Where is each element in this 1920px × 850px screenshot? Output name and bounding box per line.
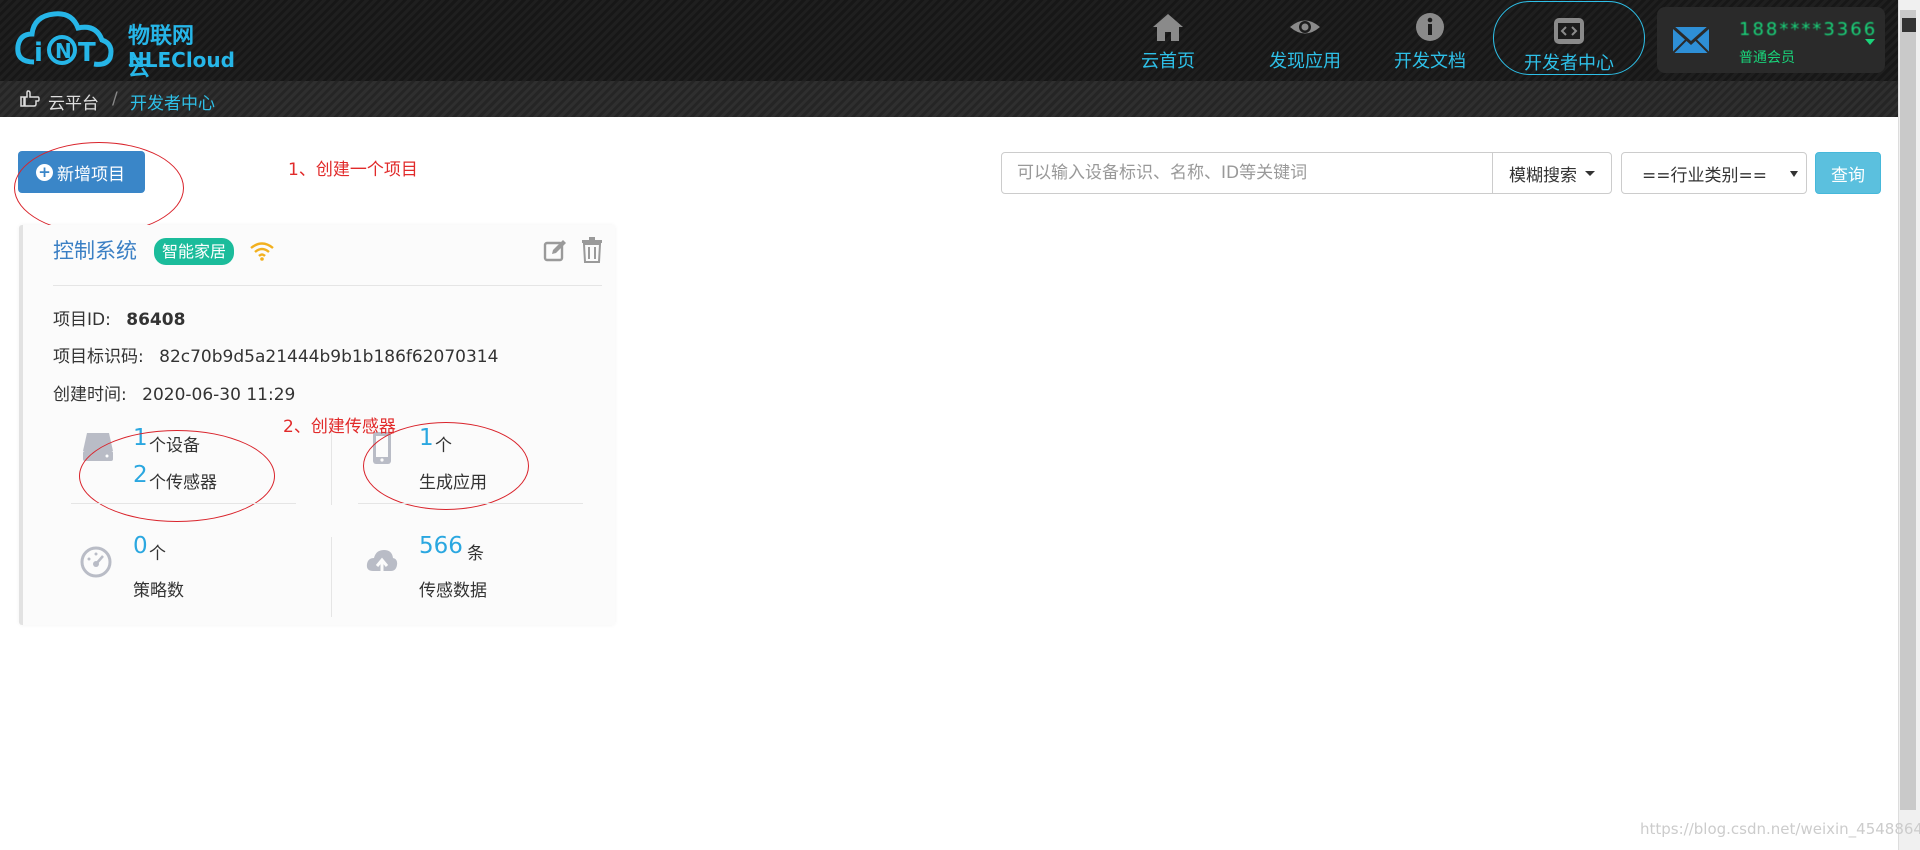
fuzzy-search-dropdown[interactable]: 模糊搜索	[1492, 152, 1612, 194]
nav-developer[interactable]: 开发者中心	[1493, 1, 1645, 75]
card-divider	[53, 285, 602, 286]
nav-home[interactable]: 云首页	[1128, 0, 1208, 81]
search-input[interactable]	[1001, 152, 1493, 194]
fuzzy-search-label: 模糊搜索	[1509, 165, 1577, 186]
stat-vertical-divider	[331, 425, 332, 505]
stat-horizontal-divider-left	[71, 503, 296, 504]
wifi-icon	[250, 242, 274, 261]
dashboard-gauge-icon	[80, 546, 112, 578]
annotation-note-2: 2、创建传感器	[283, 417, 396, 437]
project-id-row: 项目ID: 86408	[53, 305, 185, 330]
top-navbar: i N T 物联网云 NLECloud 云首页 发现应用 开发文档 开发者中心 …	[0, 0, 1898, 81]
breadcrumb-root[interactable]: 云平台	[48, 89, 99, 114]
hand-pointer-icon	[20, 90, 40, 107]
select-arrow-icon	[1790, 171, 1798, 177]
project-created-row: 创建时间: 2020-06-30 11:29	[53, 380, 295, 405]
project-name[interactable]: 控制系统	[53, 235, 137, 265]
query-label: 查询	[1831, 165, 1865, 186]
strategies-label: 策略数	[133, 581, 184, 601]
nav-docs[interactable]: 开发文档	[1380, 0, 1480, 81]
scrollbar-thumb[interactable]	[1900, 10, 1916, 810]
project-code-row: 项目标识码: 82c70b9d5a21444b9b1b186f62070314	[53, 342, 498, 367]
nav-home-label: 云首页	[1141, 51, 1195, 72]
nav-discover-label: 发现应用	[1269, 51, 1341, 72]
nav-discover[interactable]: 发现应用	[1250, 0, 1360, 81]
annotation-circle-add	[14, 142, 184, 234]
breadcrumb: 云平台 / 开发者中心	[0, 81, 1898, 117]
info-icon	[1416, 13, 1444, 41]
project-code-value: 82c70b9d5a21444b9b1b186f62070314	[159, 347, 499, 367]
project-created-value: 2020-06-30 11:29	[142, 385, 296, 405]
strategies-unit: 个	[149, 544, 166, 564]
user-menu[interactable]: 188****3366 普通会员	[1657, 7, 1885, 73]
data-count[interactable]: 566	[419, 533, 463, 559]
project-code-label: 项目标识码:	[53, 347, 144, 367]
breadcrumb-current[interactable]: 开发者中心	[130, 89, 215, 114]
query-button[interactable]: 查询	[1815, 152, 1881, 194]
watermark: https://blog.csdn.net/weixin_45488643	[1640, 820, 1920, 838]
svg-text:i: i	[34, 38, 43, 68]
cloud-logo-icon: i N T	[15, 11, 114, 68]
breadcrumb-separator: /	[112, 89, 118, 109]
svg-text:N: N	[55, 39, 72, 63]
nav-docs-label: 开发文档	[1394, 51, 1466, 72]
data-unit: 条	[467, 544, 484, 564]
project-id-value: 86408	[126, 310, 186, 330]
home-icon	[1153, 14, 1183, 41]
scroll-marker-icon	[1902, 18, 1916, 32]
user-role: 普通会员	[1739, 50, 1795, 66]
stat-horizontal-divider-right	[358, 503, 583, 504]
caret-down-icon	[1585, 170, 1595, 176]
logo-text-en: NLECloud	[128, 48, 235, 72]
cloud-upload-icon	[366, 550, 398, 576]
project-id-label: 项目ID:	[53, 310, 111, 330]
industry-select[interactable]: ==行业类别==	[1621, 152, 1807, 194]
stat-vertical-divider-2	[331, 537, 332, 617]
eye-icon	[1290, 20, 1320, 34]
data-label: 传感数据	[419, 581, 487, 601]
user-name: 188****3366	[1739, 19, 1878, 40]
logo[interactable]: i N T 物联网云 NLECloud	[14, 4, 235, 81]
mail-icon	[1672, 25, 1710, 54]
annotation-circle-sensors	[79, 430, 275, 522]
strategies-count[interactable]: 0	[133, 533, 148, 559]
annotation-note-1: 1、创建一个项目	[288, 160, 418, 180]
project-tag: 智能家居	[154, 238, 235, 265]
trash-icon	[582, 237, 602, 263]
page-root: i N T 物联网云 NLECloud 云首页 发现应用 开发文档 开发者中心 …	[0, 0, 1920, 850]
edit-icon	[543, 240, 566, 262]
svg-text:T: T	[78, 38, 96, 68]
code-window-icon	[1554, 18, 1584, 44]
nav-developer-label: 开发者中心	[1524, 53, 1614, 74]
chevron-down-icon	[1865, 39, 1875, 45]
industry-select-value: ==行业类别==	[1642, 165, 1767, 186]
project-created-label: 创建时间:	[53, 385, 127, 405]
